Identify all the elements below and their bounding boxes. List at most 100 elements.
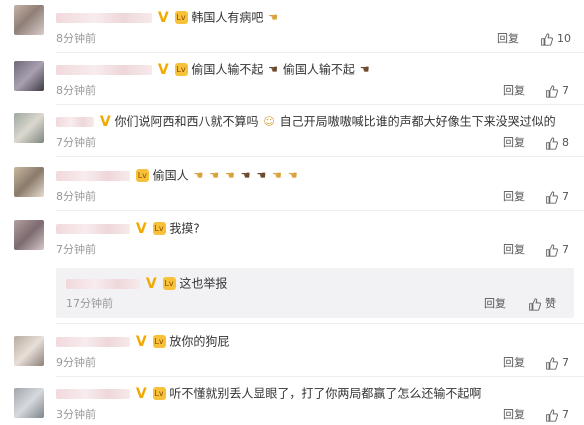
reply-button[interactable]: 回复: [503, 190, 525, 204]
reply-button[interactable]: 回复: [503, 136, 525, 150]
comment-text: 我摸?: [169, 221, 200, 236]
comment-time: 8分钟前: [56, 84, 96, 97]
avatar[interactable]: [14, 336, 44, 366]
thumbs-down-icon: ☚: [272, 168, 282, 182]
sub-reply: V Lv 这也举报 17分钟前 回复 赞: [56, 268, 574, 318]
username[interactable]: [56, 12, 152, 23]
comment-text: 偷国人: [152, 168, 189, 183]
thumbs-up-icon: [546, 84, 558, 98]
like-button[interactable]: 7: [545, 190, 569, 204]
avatar[interactable]: [14, 5, 44, 35]
like-count: 7: [562, 356, 569, 369]
subreply-time: 17分钟前: [66, 297, 113, 310]
level-badge: Lv: [135, 169, 149, 182]
thumbs-down-icon: ☚: [240, 168, 251, 182]
thumbs-up-icon: [546, 136, 558, 150]
like-count: 7: [562, 84, 569, 97]
like-button[interactable]: 8: [545, 136, 569, 150]
like-count: 7: [562, 243, 569, 256]
comment-time: 3分钟前: [56, 408, 96, 421]
comment-time: 9分钟前: [56, 356, 96, 369]
like-count: 7: [562, 408, 569, 421]
thumbs-up-icon: [541, 32, 553, 46]
reply-button[interactable]: 回复: [503, 356, 525, 370]
thumbs-down-icon: ☚: [268, 10, 279, 24]
comment-line: V 你们说阿西和西八就不算吗 ☺ 自己开局嗷嗷喊比谁的声都大好像生下来没哭过似的: [56, 112, 574, 130]
avatar[interactable]: [14, 388, 44, 418]
username[interactable]: [56, 170, 130, 181]
avatar[interactable]: [14, 167, 44, 197]
level-badge: Lv: [152, 387, 166, 400]
comment-time: 7分钟前: [56, 243, 96, 256]
avatar[interactable]: [14, 113, 44, 143]
verified-badge: V: [135, 333, 147, 350]
reply-button[interactable]: 回复: [503, 408, 525, 422]
comment-text: 偷国人输不起: [191, 62, 264, 77]
like-count: 10: [557, 32, 571, 45]
comment-time: 8分钟前: [56, 32, 96, 45]
thumbs-down-icon: ☚: [193, 168, 204, 182]
like-button[interactable]: 7: [545, 84, 569, 98]
thumbs-up-icon: [546, 190, 558, 204]
sweat-smile-icon: ☺: [263, 114, 275, 128]
thumbs-down-icon: ☚: [224, 168, 235, 182]
like-button[interactable]: 7: [545, 356, 569, 370]
comment-text-2: 自己开局嗷嗷喊比谁的声都大好像生下来没哭过似的: [279, 114, 556, 129]
level-badge: Lv: [162, 277, 176, 290]
level-badge: Lv: [152, 335, 166, 348]
comment-time: 8分钟前: [56, 190, 96, 203]
comment-time: 7分钟前: [56, 136, 96, 149]
comment-text: 你们说阿西和西八就不算吗: [114, 114, 259, 129]
like-count: 8: [562, 136, 569, 149]
username[interactable]: [56, 223, 130, 234]
reply-button[interactable]: 回复: [503, 243, 525, 257]
verified-badge: V: [145, 275, 157, 292]
thumbs-down-icon: ☚: [268, 62, 279, 76]
thumbs-down-icon: ☚: [287, 168, 298, 182]
divider: [56, 104, 584, 105]
comment-text: 听不懂就别丢人显眼了，打了你两局都赢了怎么还输不起啊: [169, 386, 482, 401]
reply-button[interactable]: 回复: [497, 32, 519, 46]
verified-badge: V: [135, 385, 147, 402]
comment-text: 韩国人有病吧: [191, 10, 264, 25]
divider: [56, 210, 584, 211]
thumbs-up-icon: [546, 243, 558, 257]
verified-badge: V: [99, 113, 111, 130]
username[interactable]: [66, 278, 140, 289]
comment-text-2: 偷国人输不起: [282, 62, 355, 77]
like-button[interactable]: 7: [545, 408, 569, 422]
like-button[interactable]: 10: [540, 32, 571, 46]
avatar[interactable]: [14, 220, 44, 250]
comment-line: V Lv 偷国人输不起 ☚ 偷国人输不起 ☚: [56, 60, 574, 78]
subreply-line: V Lv 这也举报: [66, 274, 564, 292]
like-label: 赞: [545, 297, 556, 310]
thumbs-up-icon: [546, 356, 558, 370]
comment-line: V Lv 听不懂就别丢人显眼了，打了你两局都赢了怎么还输不起啊: [56, 384, 574, 402]
verified-badge: V: [135, 220, 147, 237]
reply-button[interactable]: 回复: [503, 84, 525, 98]
verified-badge: V: [157, 61, 169, 78]
thumbs-down-icon: ☚: [256, 168, 267, 182]
reply-button[interactable]: 回复: [484, 297, 506, 311]
level-badge: Lv: [174, 11, 188, 24]
thumbs-up-icon: [529, 297, 541, 311]
like-count: 7: [562, 190, 569, 203]
avatar[interactable]: [14, 61, 44, 91]
comment-line: V Lv 放你的狗屁: [56, 332, 574, 350]
username[interactable]: [56, 116, 94, 127]
verified-badge: V: [157, 9, 169, 26]
like-button[interactable]: 7: [545, 243, 569, 257]
thumbs-up-icon: [546, 408, 558, 422]
like-button[interactable]: 赞: [528, 297, 556, 311]
divider: [56, 156, 584, 157]
username[interactable]: [56, 336, 130, 347]
thumbs-down-icon: ☚: [359, 62, 370, 76]
level-badge: Lv: [152, 222, 166, 235]
divider: [56, 323, 584, 324]
username[interactable]: [56, 388, 130, 399]
comment-line: V Lv 我摸?: [56, 219, 574, 237]
comment-line: Lv 偷国人 ☚ ☚ ☚ ☚ ☚ ☚ ☚: [56, 166, 574, 184]
username[interactable]: [56, 64, 152, 75]
divider: [56, 376, 584, 377]
level-badge: Lv: [174, 63, 188, 76]
